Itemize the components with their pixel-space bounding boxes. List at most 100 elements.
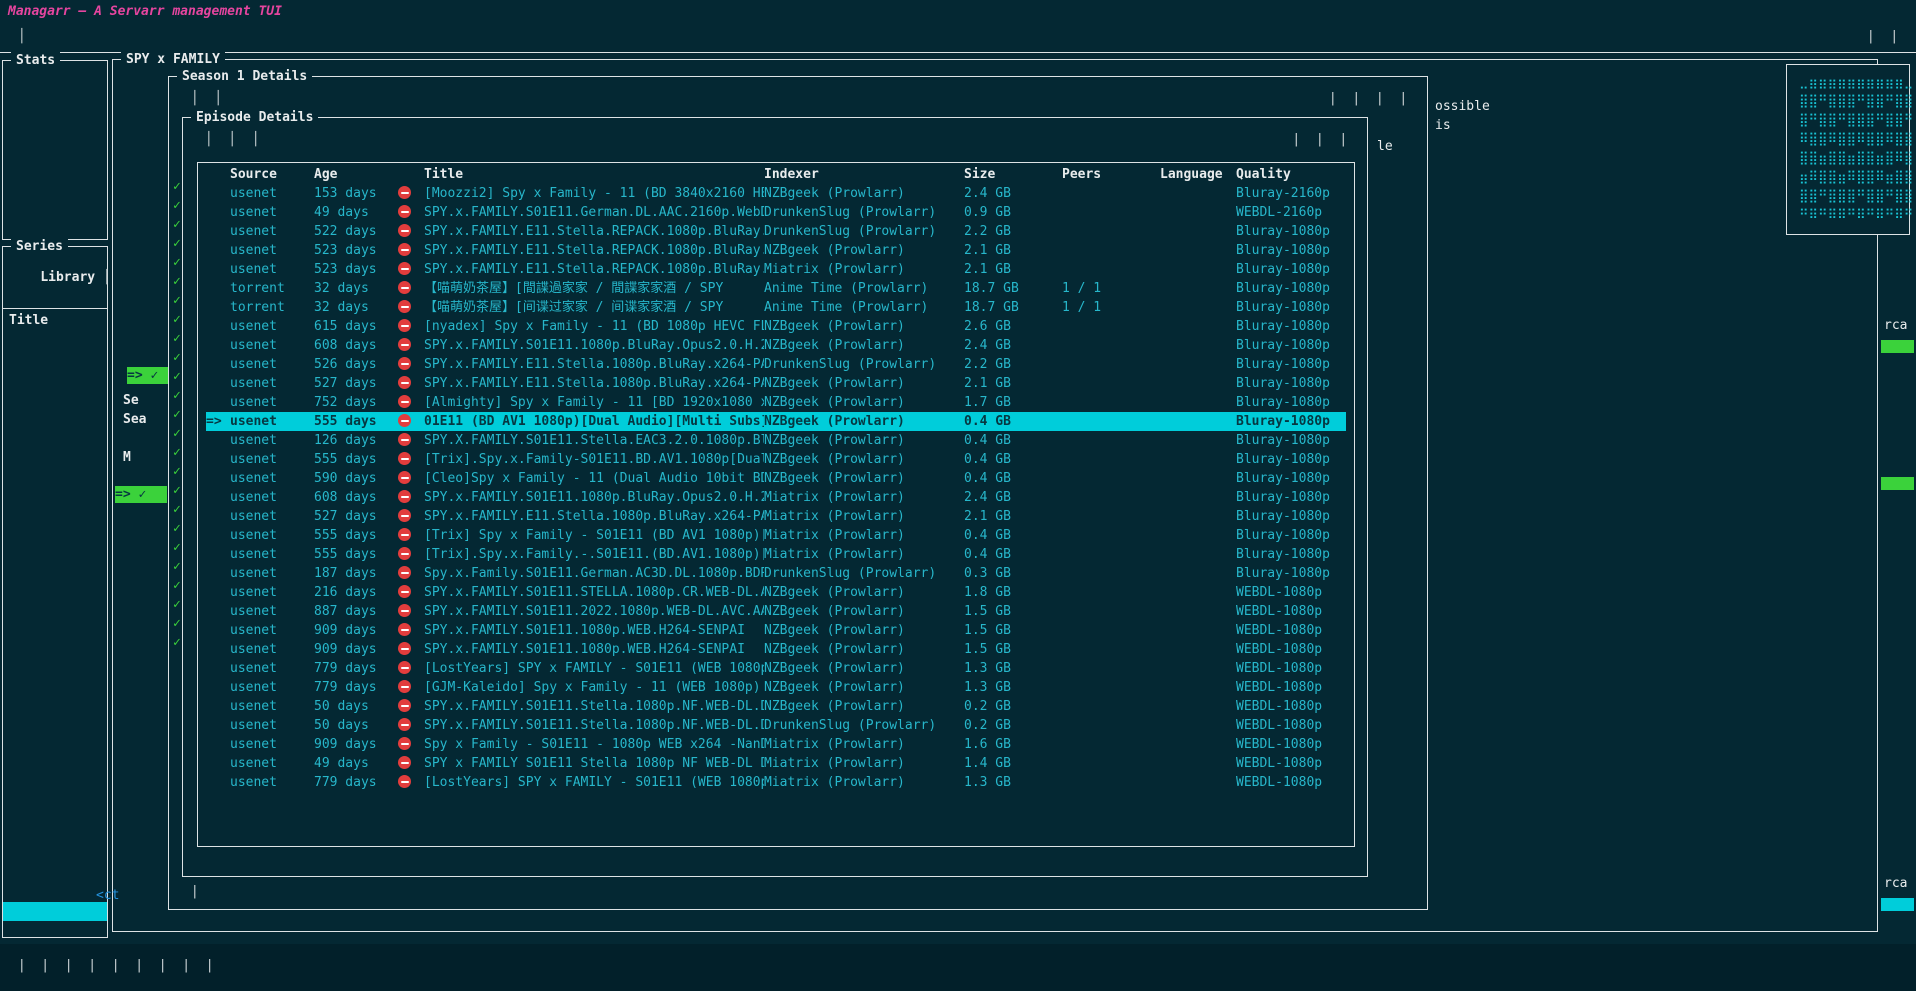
series-item[interactable]	[3, 370, 107, 389]
table-row[interactable]: usenet 909 days SPY.x.FAMILY.S01E11.1080…	[206, 621, 1346, 640]
table-row[interactable]: usenet 909 days SPY.x.FAMILY.S01E11.1080…	[206, 640, 1346, 659]
table-row[interactable]: usenet 187 days Spy.x.Family.S01E11.Germ…	[206, 564, 1346, 583]
table-row[interactable]: usenet 555 days [Trix].Spy.x.Family.-.S0…	[206, 545, 1346, 564]
series-item[interactable]	[3, 560, 107, 579]
table-row[interactable]: usenet 608 days SPY.x.FAMILY.S01E11.1080…	[206, 488, 1346, 507]
table-row[interactable]: usenet 523 days SPY.x.FAMILY.E11.Stella.…	[206, 241, 1346, 260]
series-item[interactable]	[3, 427, 107, 446]
series-item[interactable]	[3, 731, 107, 750]
series-item[interactable]	[3, 845, 107, 864]
column-header-title[interactable]: Title	[424, 165, 764, 184]
series-item[interactable]	[3, 465, 107, 484]
table-row[interactable]: usenet 50 days SPY.x.FAMILY.S01E11.Stell…	[206, 716, 1346, 735]
field-label	[119, 85, 167, 104]
table-row[interactable]: usenet 887 days SPY.x.FAMILY.S01E11.2022…	[206, 602, 1346, 621]
series-item[interactable]	[3, 484, 107, 503]
column-header-quality[interactable]: Quality	[1236, 165, 1346, 184]
tab-sonarr[interactable]	[10, 27, 33, 46]
table-row[interactable]: usenet 555 days [Trix] Spy x Family - S0…	[206, 526, 1346, 545]
cell-language	[1160, 602, 1236, 621]
table-row[interactable]: torrent 32 days 【喵萌奶茶屋】[间谍过家家 / 间谍家家酒 / …	[206, 298, 1346, 317]
table-row[interactable]: usenet 909 days Spy x Family - S01E11 - …	[206, 735, 1346, 754]
column-header-peers[interactable]: Peers	[1062, 165, 1160, 184]
series-tab-bar: Library	[3, 247, 107, 309]
series-item[interactable]	[3, 693, 107, 712]
series-item[interactable]	[3, 598, 107, 617]
series-item[interactable]	[3, 636, 107, 655]
cell-rejection	[398, 241, 424, 260]
table-row[interactable]: usenet 522 days SPY.x.FAMILY.E11.Stella.…	[206, 222, 1346, 241]
tab-manual-search[interactable]	[244, 130, 267, 149]
table-row[interactable]: usenet 752 days [Almighty] Spy x Family …	[206, 393, 1346, 412]
series-item[interactable]	[3, 864, 107, 883]
cell-peers	[1062, 431, 1160, 450]
tab-file[interactable]	[220, 130, 243, 149]
clipped-fragment: M	[123, 448, 131, 467]
series-item[interactable]	[3, 902, 107, 921]
column-header-language[interactable]: Language	[1160, 165, 1236, 184]
cell-title: SPY.x.FAMILY.E11.Stella.REPACK.1080p.Blu…	[424, 241, 764, 260]
table-row[interactable]: => usenet 555 days 01E11 (BD AV1 1080p)[…	[206, 412, 1346, 431]
series-item[interactable]	[3, 617, 107, 636]
cell-rejection	[398, 583, 424, 602]
rejected-icon	[398, 471, 411, 484]
cell-source: usenet	[230, 754, 314, 773]
series-item[interactable]	[3, 579, 107, 598]
selected-season-fragment[interactable]: => ✓	[127, 367, 171, 384]
help-hint	[10, 956, 33, 975]
bottom-help-bar	[0, 944, 1916, 991]
series-item[interactable]	[3, 883, 107, 902]
column-header-age[interactable]: Age	[314, 165, 398, 184]
selected-row-fragment[interactable]: => ✓	[115, 486, 167, 503]
column-header-indexer[interactable]: Indexer	[764, 165, 964, 184]
table-row[interactable]: usenet 523 days SPY.x.FAMILY.E11.Stella.…	[206, 260, 1346, 279]
table-row[interactable]: usenet 779 days [GJM-Kaleido] Spy x Fami…	[206, 678, 1346, 697]
series-item[interactable]	[3, 750, 107, 769]
table-row[interactable]: usenet 555 days [Trix].Spy.x.Family-S01E…	[206, 450, 1346, 469]
table-row[interactable]: usenet 779 days [LostYears] SPY x FAMILY…	[206, 773, 1346, 792]
series-item[interactable]	[3, 503, 107, 522]
series-item[interactable]	[3, 351, 107, 370]
series-item[interactable]	[3, 807, 107, 826]
series-item[interactable]	[3, 522, 107, 541]
table-row[interactable]: usenet 590 days [Cleo]Spy x Family - 11 …	[206, 469, 1346, 488]
series-item[interactable]	[3, 921, 107, 940]
series-item[interactable]	[3, 541, 107, 560]
table-row[interactable]: usenet 216 days SPY.x.FAMILY.S01E11.STEL…	[206, 583, 1346, 602]
series-item[interactable]	[3, 788, 107, 807]
series-item[interactable]	[3, 712, 107, 731]
cell-size: 2.2 GB	[964, 222, 1062, 241]
series-item[interactable]	[3, 769, 107, 788]
table-row[interactable]: usenet 615 days [nyadex] Spy x Family - …	[206, 317, 1346, 336]
tab-history[interactable]	[183, 89, 206, 108]
series-item[interactable]	[3, 332, 107, 351]
table-row[interactable]: usenet 608 days SPY.x.FAMILY.S01E11.1080…	[206, 336, 1346, 355]
table-row[interactable]: usenet 49 days SPY.x.FAMILY.S01E11.Germa…	[206, 203, 1346, 222]
table-row[interactable]: usenet 526 days SPY.x.FAMILY.E11.Stella.…	[206, 355, 1346, 374]
column-header-source[interactable]: Source	[230, 165, 314, 184]
series-item[interactable]	[3, 826, 107, 845]
column-header-size[interactable]: Size	[964, 165, 1062, 184]
table-row[interactable]: usenet 527 days SPY.x.FAMILY.E11.Stella.…	[206, 507, 1346, 526]
series-item[interactable]	[3, 389, 107, 408]
servarr-tabs	[10, 27, 33, 46]
series-item[interactable]	[3, 408, 107, 427]
cell-language	[1160, 735, 1236, 754]
selection-cursor	[206, 184, 230, 203]
episode-popup-title: Episode Details	[191, 108, 318, 127]
series-item[interactable]	[3, 446, 107, 465]
table-row[interactable]: torrent 32 days 【喵萌奶茶屋】[間諜過家家 / 間諜家家酒 / …	[206, 279, 1346, 298]
series-item[interactable]	[3, 674, 107, 693]
cell-language	[1160, 678, 1236, 697]
table-row[interactable]: usenet 153 days [Moozzi2] Spy x Family -…	[206, 184, 1346, 203]
tab-library[interactable]: Library	[40, 270, 110, 285]
series-item[interactable]	[3, 655, 107, 674]
table-row[interactable]: usenet 527 days SPY.x.FAMILY.E11.Stella.…	[206, 374, 1346, 393]
cell-quality: Bluray-1080p	[1236, 526, 1346, 545]
table-row[interactable]: usenet 126 days SPY.X.FAMILY.S01E11.Stel…	[206, 431, 1346, 450]
tab-history[interactable]	[197, 130, 220, 149]
table-row[interactable]: usenet 50 days SPY.x.FAMILY.S01E11.Stell…	[206, 697, 1346, 716]
tab-manual-search[interactable]	[206, 89, 229, 108]
table-row[interactable]: usenet 49 days SPY x FAMILY S01E11 Stell…	[206, 754, 1346, 773]
table-row[interactable]: usenet 779 days [LostYears] SPY x FAMILY…	[206, 659, 1346, 678]
